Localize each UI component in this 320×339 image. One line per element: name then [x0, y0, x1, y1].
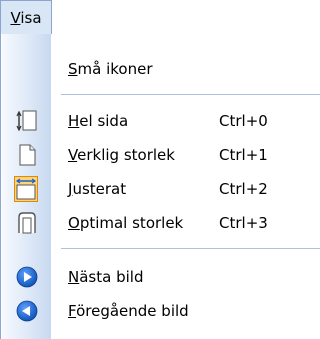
menu-item-label: Optimal storlek [68, 214, 184, 232]
menu-item-actual-size[interactable]: Verklig storlek Ctrl+1 [1, 138, 320, 172]
menu-separator [61, 248, 320, 249]
menu-separator [61, 94, 320, 95]
menu-title-label: Visa [10, 9, 42, 27]
menu-item-label: Föregående bild [68, 302, 189, 320]
fit-page-icon [16, 110, 38, 132]
menu-item-shortcut: Ctrl+0 [219, 112, 268, 130]
menu-item-fit-page[interactable]: Hel sida Ctrl+0 [1, 104, 320, 138]
fit-width-icon [14, 176, 38, 202]
menu-item-label: Nästa bild [68, 268, 144, 286]
previous-image-icon [16, 300, 38, 322]
menu-item-label: Små ikoner [68, 60, 153, 78]
menu-item-label: Hel sida [68, 112, 129, 130]
menu-item-shortcut: Ctrl+2 [219, 180, 268, 198]
menu-item-previous-image[interactable]: Föregående bild [1, 294, 320, 328]
menu-item-shortcut: Ctrl+3 [219, 214, 268, 232]
menu-item-best-fit[interactable]: Optimal storlek Ctrl+3 [1, 206, 320, 240]
menu-item-fit-width[interactable]: Justerat Ctrl+2 [1, 172, 320, 206]
menu-item-label: Justerat [68, 180, 127, 198]
best-fit-icon [16, 212, 38, 234]
actual-size-icon [16, 144, 38, 166]
next-image-icon [16, 266, 38, 288]
menu-item-label: Verklig storlek [68, 146, 175, 164]
menu-item-shortcut: Ctrl+1 [219, 146, 268, 164]
menu-item-small-icons[interactable]: Små ikoner [1, 52, 320, 86]
menu-title-visa[interactable]: Visa [0, 0, 52, 35]
menu-item-next-image[interactable]: Nästa bild [1, 260, 320, 294]
view-menu-popup: Små ikoner Hel sida Ctrl+0 Verklig storl… [0, 34, 320, 339]
